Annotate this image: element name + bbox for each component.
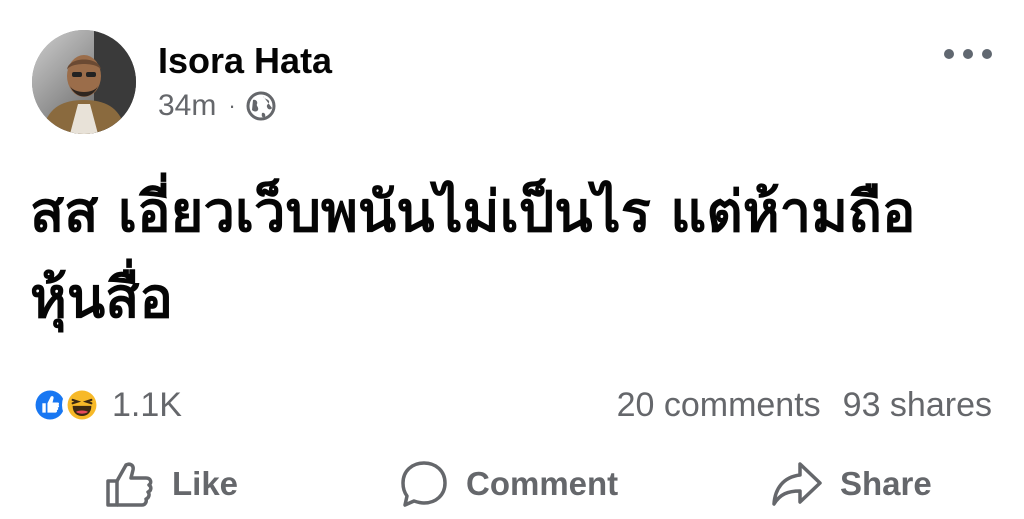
- like-button[interactable]: Like: [104, 452, 238, 516]
- shares-count[interactable]: 93 shares: [843, 386, 992, 425]
- meta-separator: ·: [228, 93, 236, 118]
- action-bar: Like Comment Share: [0, 452, 1024, 516]
- reactions-summary[interactable]: 1.1K: [30, 384, 182, 426]
- post-time[interactable]: 34m: [158, 89, 216, 123]
- reaction-count: 1.1K: [112, 385, 182, 424]
- more-dot: [963, 49, 973, 59]
- haha-reaction-icon: [62, 385, 102, 425]
- more-dot: [982, 49, 992, 59]
- post-card: Isora Hata 34m · สส เอี่ยวเว็บพนันไม่เป็…: [0, 0, 1024, 519]
- share-label: Share: [840, 465, 932, 502]
- engagement-stats: 20 comments 93 shares: [617, 384, 992, 426]
- avatar[interactable]: [32, 30, 136, 134]
- comment-button[interactable]: Comment: [398, 452, 618, 516]
- avatar-image: [32, 30, 136, 134]
- comment-label: Comment: [466, 465, 619, 502]
- comments-count[interactable]: 20 comments: [617, 386, 821, 425]
- thumbs-up-icon: [106, 462, 153, 507]
- author-name[interactable]: Isora Hata: [158, 40, 332, 82]
- globe-icon[interactable]: [246, 91, 276, 121]
- share-button[interactable]: Share: [770, 452, 932, 516]
- like-label: Like: [172, 465, 239, 502]
- more-options-button[interactable]: [944, 40, 992, 68]
- share-arrow-icon: [772, 462, 822, 506]
- post-meta: 34m ·: [158, 88, 276, 124]
- post-text: สส เอี่ยวเว็บพนันไม่เป็นไร แต่ห้ามถือหุ้…: [30, 180, 916, 331]
- comment-icon: [401, 461, 447, 507]
- more-horizontal-icon: [944, 49, 954, 59]
